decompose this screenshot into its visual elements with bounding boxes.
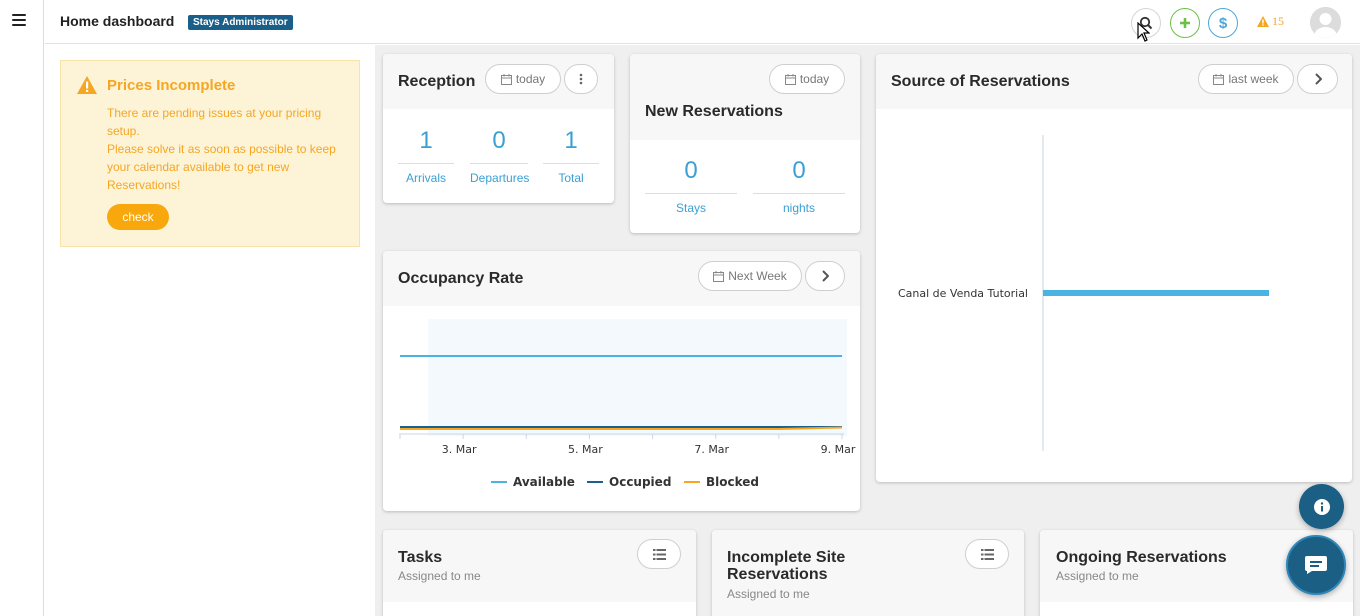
occupancy-date-filter[interactable]: Next Week: [698, 261, 802, 291]
dollar-button[interactable]: $: [1208, 8, 1238, 38]
tasks-subtitle: Assigned to me: [398, 569, 481, 583]
tasks-card: Tasks Assigned to me: [383, 530, 696, 616]
calendar-icon: [500, 73, 512, 85]
arrivals-label: Arrivals: [405, 171, 446, 185]
incomplete-title: Incomplete Site Reservations: [727, 549, 845, 583]
total-label: Total: [558, 171, 584, 185]
info-icon: [1313, 498, 1330, 515]
occupancy-plot-band: [428, 319, 847, 436]
dashboard-content: Reception today 1 Arrivals 0 Departures …: [375, 45, 1360, 616]
source-range-label: last week: [1228, 72, 1279, 86]
legend-available[interactable]: Available: [491, 475, 575, 489]
x-tick-label: 7. Mar: [694, 443, 729, 456]
incomplete-site-reservations-card: Incomplete Site Reservations Assigned to…: [712, 530, 1024, 616]
nights-stat[interactable]: 0 nights: [753, 157, 845, 215]
alert-count: 15: [1272, 14, 1284, 28]
new-reservations-title: New Reservations: [645, 103, 783, 120]
alert-message: There are pending issues at your pricing…: [107, 104, 352, 194]
mouse-cursor: [1137, 22, 1150, 42]
chat-button[interactable]: [1286, 535, 1346, 595]
left-column: Prices Incomplete There are pending issu…: [45, 45, 375, 616]
total-count: 1: [564, 127, 578, 154]
legend-occupied[interactable]: Occupied: [587, 475, 671, 489]
user-avatar[interactable]: [1310, 7, 1341, 38]
reception-date-filter[interactable]: today: [485, 64, 561, 94]
occupancy-range-label: Next Week: [728, 269, 787, 283]
x-tick-label: 9. Mar: [821, 443, 856, 456]
incomplete-title-line-1: Incomplete Site: [727, 549, 846, 566]
total-stat[interactable]: 1 Total: [543, 127, 599, 185]
legend-blocked[interactable]: Blocked: [684, 475, 759, 489]
page-title: Home dashboard: [60, 13, 175, 29]
stays-count: 0: [684, 157, 698, 184]
reception-title: Reception: [398, 73, 476, 90]
hamburger-icon[interactable]: [12, 14, 26, 28]
stays-stat[interactable]: 0 Stays: [645, 157, 737, 215]
source-of-reservations-card: Source of Reservations last week Canal d…: [876, 54, 1352, 482]
source-date-filter[interactable]: last week: [1198, 64, 1294, 94]
source-title: Source of Reservations: [891, 73, 1070, 90]
source-bar[interactable]: [1043, 290, 1269, 296]
arrivals-stat[interactable]: 1 Arrivals: [398, 127, 454, 185]
arrivals-count: 1: [419, 127, 433, 154]
alert-line-1: There are pending issues at your pricing…: [107, 106, 322, 138]
source-next-button[interactable]: [1297, 64, 1338, 94]
chat-icon: [1305, 556, 1327, 574]
calendar-icon: [1213, 73, 1225, 85]
x-tick-label: 3. Mar: [442, 443, 477, 456]
legend-available-label: Available: [513, 475, 575, 489]
more-vertical-icon: [579, 73, 583, 85]
list-icon: [980, 548, 994, 560]
warning-icon: [77, 76, 97, 94]
calendar-icon: [784, 73, 796, 85]
add-button[interactable]: [1170, 8, 1200, 38]
prices-incomplete-alert: Prices Incomplete There are pending issu…: [60, 60, 360, 247]
dollar-icon: $: [1218, 14, 1228, 32]
top-bar: Home dashboard Stays Administrator $ 15: [45, 0, 1360, 44]
nights-label: nights: [782, 201, 816, 215]
alerts-button[interactable]: 15: [1257, 14, 1284, 29]
role-badge: Stays Administrator: [188, 15, 293, 30]
stays-label: Stays: [675, 201, 706, 215]
ongoing-title: Ongoing Reservations: [1056, 549, 1227, 566]
legend-occupied-label: Occupied: [609, 475, 672, 489]
tasks-list-button[interactable]: [637, 539, 681, 569]
info-button[interactable]: [1299, 484, 1344, 529]
departures-count: 0: [492, 127, 506, 154]
new-reservations-card: today New Reservations 0 Stays 0 nights: [630, 54, 860, 233]
warning-icon: [1257, 16, 1269, 27]
alert-title: Prices Incomplete: [107, 77, 236, 94]
new-reservations-date-filter[interactable]: today: [769, 64, 845, 94]
incomplete-list-button[interactable]: [965, 539, 1009, 569]
departures-stat[interactable]: 0 Departures: [470, 127, 530, 185]
occupancy-next-button[interactable]: [805, 261, 845, 291]
check-button[interactable]: check: [107, 204, 169, 230]
chevron-right-icon: [822, 270, 829, 282]
source-category-label: Canal de Venda Tutorial: [898, 287, 1028, 300]
chevron-right-icon: [1314, 73, 1322, 85]
occupancy-title: Occupancy Rate: [398, 270, 524, 287]
plus-icon: [1180, 18, 1190, 28]
sidebar-rail: [0, 0, 44, 616]
ongoing-subtitle: Assigned to me: [1056, 569, 1139, 583]
incomplete-title-line-2: Reservations: [727, 566, 828, 583]
reception-range-label: today: [515, 72, 546, 86]
incomplete-subtitle: Assigned to me: [727, 587, 810, 601]
reception-more-button[interactable]: [564, 64, 598, 94]
tasks-title: Tasks: [398, 549, 443, 566]
source-bar-chart: Canal de Venda Tutorial: [898, 135, 1269, 451]
occupancy-rate-card: Occupancy Rate Next Week 3. Mar 5. Mar 7. …: [383, 251, 860, 511]
reception-card: Reception today 1 Arrivals 0 Departures …: [383, 54, 614, 203]
calendar-icon: [713, 270, 725, 282]
list-icon: [652, 548, 666, 560]
new-reservations-range-label: today: [799, 72, 830, 86]
nights-count: 0: [792, 157, 806, 184]
legend-blocked-label: Blocked: [706, 475, 760, 489]
alert-line-2: Please solve it as soon as possible to k…: [107, 142, 336, 192]
departures-label: Departures: [470, 171, 530, 185]
x-tick-label: 5. Mar: [568, 443, 603, 456]
